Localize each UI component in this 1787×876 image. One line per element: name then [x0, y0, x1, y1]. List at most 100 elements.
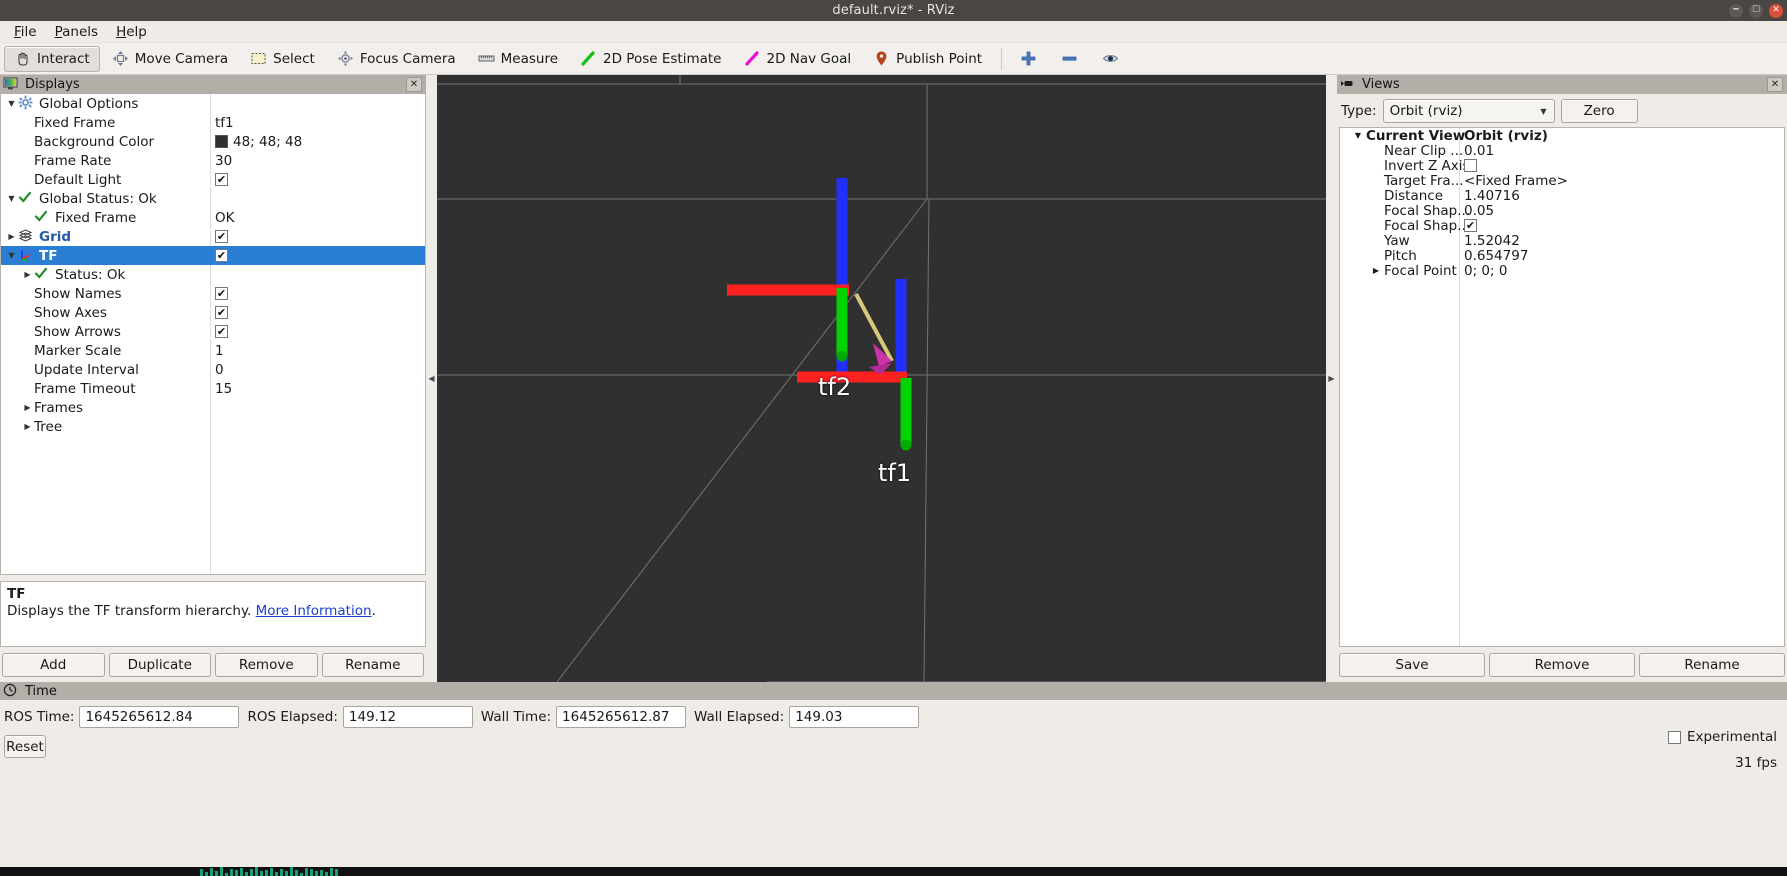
displays-row-show-axes[interactable]: Show Axes ✔ — [1, 303, 425, 322]
displays-row-value[interactable]: 1 — [215, 343, 224, 359]
views-row-near-clip[interactable]: Near Clip ... 0.01 — [1340, 143, 1784, 159]
render-viewport[interactable]: tf2 tf1 — [437, 75, 1326, 682]
ros-time-input[interactable]: 1645265612.84 — [79, 706, 240, 728]
displays-row-grid[interactable]: ▶ Grid ✔ — [1, 227, 425, 246]
visibility-toggle-button[interactable] — [1091, 46, 1130, 72]
remove-display-button[interactable]: Remove — [215, 653, 318, 677]
chevron-right-icon[interactable]: ▶ — [21, 270, 34, 279]
views-row-pitch[interactable]: Pitch 0.654797 — [1340, 248, 1784, 264]
chevron-right-icon[interactable]: ▶ — [21, 422, 34, 431]
views-row-value[interactable]: 0.01 — [1464, 143, 1494, 159]
row-checkbox[interactable]: ✔ — [215, 306, 228, 319]
tool-measure[interactable]: Measure — [468, 46, 568, 72]
chevron-down-icon[interactable]: ▼ — [5, 99, 18, 108]
displays-row-value[interactable]: 15 — [215, 381, 232, 397]
displays-row-value[interactable]: OK — [215, 210, 234, 226]
displays-row-tf[interactable]: ▼ TF ✔ — [1, 246, 425, 265]
view-type-select[interactable]: Orbit (rviz) ▼ — [1382, 99, 1555, 123]
more-information-link[interactable]: More Information — [256, 603, 372, 619]
displays-row-value[interactable]: ✔ — [215, 287, 228, 300]
duplicate-display-button[interactable]: Duplicate — [108, 653, 211, 677]
displays-row-fixed-frame[interactable]: Fixed Frame OK — [1, 208, 425, 227]
views-tree[interactable]: ▼ Current View Orbit (rviz) Near Clip ... 0.… — [1339, 127, 1785, 647]
views-row-value[interactable]: <Fixed Frame> — [1464, 173, 1568, 189]
menu-help[interactable]: Help — [107, 22, 156, 42]
maximize-button[interactable]: ☐ — [1749, 3, 1763, 18]
views-row-focal-point[interactable]: ▶ Focal Point 0; 0; 0 — [1340, 263, 1784, 279]
views-row-value[interactable]: 0.654797 — [1464, 248, 1528, 264]
displays-row-global-status-ok[interactable]: ▼ Global Status: Ok — [1, 189, 425, 208]
displays-row-fixed-frame[interactable]: Fixed Frame tf1 — [1, 113, 425, 132]
views-row-current-view[interactable]: ▼ Current View Orbit (rviz) — [1340, 128, 1784, 144]
chevron-right-icon[interactable]: ▶ — [5, 232, 18, 241]
rename-display-button[interactable]: Rename — [321, 653, 424, 677]
displays-row-value[interactable]: ✔ — [215, 173, 228, 186]
displays-row-value[interactable]: ✔ — [215, 325, 228, 338]
displays-row-frame-rate[interactable]: Frame Rate 30 — [1, 151, 425, 170]
views-row-focal-shap[interactable]: Focal Shap... 0.05 — [1340, 203, 1784, 219]
views-row-value[interactable]: 0.05 — [1464, 203, 1494, 219]
displays-row-background-color[interactable]: Background Color 48; 48; 48 — [1, 132, 425, 151]
color-swatch[interactable] — [215, 135, 228, 148]
displays-row-tree[interactable]: ▶ Tree — [1, 417, 425, 436]
reset-time-button[interactable]: Reset — [4, 735, 46, 758]
left-splitter-handle[interactable]: ◀ — [426, 75, 437, 682]
chevron-down-icon[interactable]: ▼ — [5, 251, 18, 260]
tool-2d-nav-goal[interactable]: 2D Nav Goal — [734, 46, 862, 72]
row-checkbox[interactable]: ✔ — [215, 287, 228, 300]
displays-row-value[interactable]: ✔ — [215, 249, 228, 262]
row-checkbox[interactable]: ✔ — [215, 230, 228, 243]
views-row-yaw[interactable]: Yaw 1.52042 — [1340, 233, 1784, 249]
ros-elapsed-input[interactable]: 149.12 — [342, 706, 473, 728]
tool-publish-point[interactable]: Publish Point — [863, 46, 992, 72]
remove-view-button[interactable]: Remove — [1489, 653, 1635, 677]
menu-file[interactable]: File — [5, 22, 46, 42]
row-checkbox[interactable]: ✔ — [215, 249, 228, 262]
close-button[interactable]: ✕ — [1769, 3, 1783, 18]
experimental-checkbox[interactable] — [1667, 730, 1681, 744]
tool-2d-pose-estimate[interactable]: 2D Pose Estimate — [570, 46, 731, 72]
displays-tree[interactable]: ▼ Global Options Fixed Frame tf1 Background … — [0, 94, 426, 575]
displays-row-global-options[interactable]: ▼ Global Options — [1, 94, 425, 113]
row-checkbox[interactable]: ✔ — [1464, 219, 1477, 232]
chevron-right-icon[interactable]: ▶ — [21, 403, 34, 412]
displays-row-status-ok[interactable]: ▶ Status: Ok — [1, 265, 425, 284]
chevron-down-icon[interactable]: ▼ — [1340, 131, 1366, 140]
views-row-distance[interactable]: Distance 1.40716 — [1340, 188, 1784, 204]
displays-row-value[interactable]: 30 — [215, 153, 232, 169]
wall-time-input[interactable]: 1645265612.87 — [556, 706, 687, 728]
views-row-value[interactable]: 0; 0; 0 — [1464, 263, 1507, 279]
views-row-invert-z-axis[interactable]: Invert Z Axis — [1340, 158, 1784, 174]
displays-row-update-interval[interactable]: Update Interval 0 — [1, 360, 425, 379]
displays-row-show-arrows[interactable]: Show Arrows ✔ — [1, 322, 425, 341]
displays-row-frame-timeout[interactable]: Frame Timeout 15 — [1, 379, 425, 398]
displays-row-frames[interactable]: ▶ Frames — [1, 398, 425, 417]
rename-view-button[interactable]: Rename — [1639, 653, 1785, 677]
tool-move-camera[interactable]: Move Camera — [102, 46, 238, 72]
views-row-value[interactable]: 1.40716 — [1464, 188, 1520, 204]
views-row-focal-shap[interactable]: Focal Shap... ✔ — [1340, 218, 1784, 234]
displays-row-value[interactable]: ✔ — [215, 306, 228, 319]
row-checkbox[interactable] — [1464, 159, 1477, 172]
displays-row-show-names[interactable]: Show Names ✔ — [1, 284, 425, 303]
tool-select[interactable]: Select — [240, 46, 325, 72]
displays-close-icon[interactable]: ✕ — [406, 77, 422, 92]
displays-row-value[interactable]: 48; 48; 48 — [215, 134, 302, 150]
displays-row-default-light[interactable]: Default Light ✔ — [1, 170, 425, 189]
right-splitter-handle[interactable]: ▶ — [1326, 75, 1337, 682]
zero-view-button[interactable]: Zero — [1560, 99, 1638, 123]
displays-row-value[interactable]: 0 — [215, 362, 224, 378]
remove-tool-button[interactable] — [1050, 46, 1089, 72]
displays-row-value[interactable]: tf1 — [215, 115, 234, 131]
add-tool-button[interactable] — [1009, 46, 1048, 72]
save-view-button[interactable]: Save — [1339, 653, 1485, 677]
row-checkbox[interactable]: ✔ — [215, 173, 228, 186]
chevron-right-icon[interactable]: ▶ — [1340, 266, 1384, 275]
menu-panels[interactable]: Panels — [46, 22, 107, 42]
views-row-value[interactable]: Orbit (rviz) — [1464, 128, 1548, 144]
views-row-value[interactable] — [1464, 159, 1477, 172]
views-row-target-fra[interactable]: Target Fra... <Fixed Frame> — [1340, 173, 1784, 189]
add-display-button[interactable]: Add — [2, 653, 105, 677]
views-row-value[interactable]: ✔ — [1464, 219, 1477, 232]
displays-row-marker-scale[interactable]: Marker Scale 1 — [1, 341, 425, 360]
